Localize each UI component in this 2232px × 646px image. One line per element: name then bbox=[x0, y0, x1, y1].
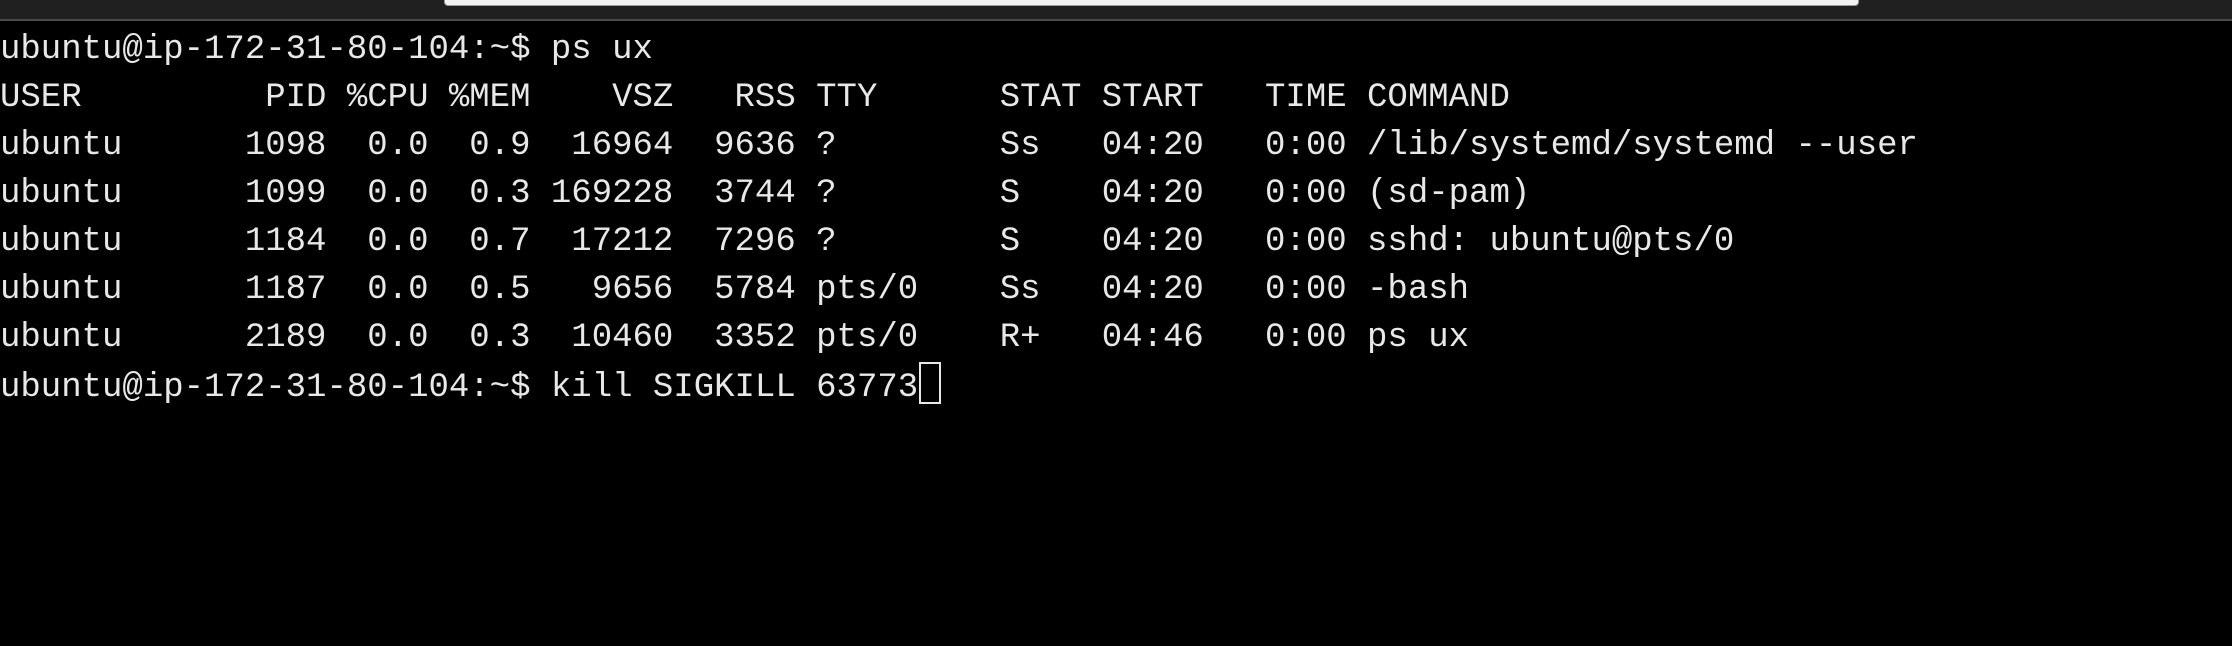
window-top-bar bbox=[0, 0, 2232, 21]
text-cursor bbox=[919, 362, 942, 404]
address-field[interactable] bbox=[444, 0, 1859, 6]
current-command-line[interactable]: ubuntu@ip-172-31-80-104:~$ kill SIGKILL … bbox=[0, 362, 2232, 410]
process-row: ubuntu 2189 0.0 0.3 10460 3352 pts/0 R+ … bbox=[0, 319, 1470, 357]
process-row: ubuntu 1098 0.0 0.9 16964 9636 ? Ss 04:2… bbox=[0, 127, 1918, 165]
previous-command-line: ubuntu@ip-172-31-80-104:~$ ps ux bbox=[0, 31, 653, 69]
terminal-output[interactable]: ubuntu@ip-172-31-80-104:~$ ps ux USER PI… bbox=[0, 26, 2232, 646]
process-row: ubuntu 1099 0.0 0.3 169228 3744 ? S 04:2… bbox=[0, 175, 1531, 213]
process-row: ubuntu 1184 0.0 0.7 17212 7296 ? S 04:20… bbox=[0, 223, 1735, 261]
current-command-text[interactable]: ubuntu@ip-172-31-80-104:~$ kill SIGKILL … bbox=[0, 369, 918, 407]
process-table-header: USER PID %CPU %MEM VSZ RSS TTY STAT STAR… bbox=[0, 79, 1510, 117]
process-row: ubuntu 1187 0.0 0.5 9656 5784 pts/0 Ss 0… bbox=[0, 271, 1470, 309]
